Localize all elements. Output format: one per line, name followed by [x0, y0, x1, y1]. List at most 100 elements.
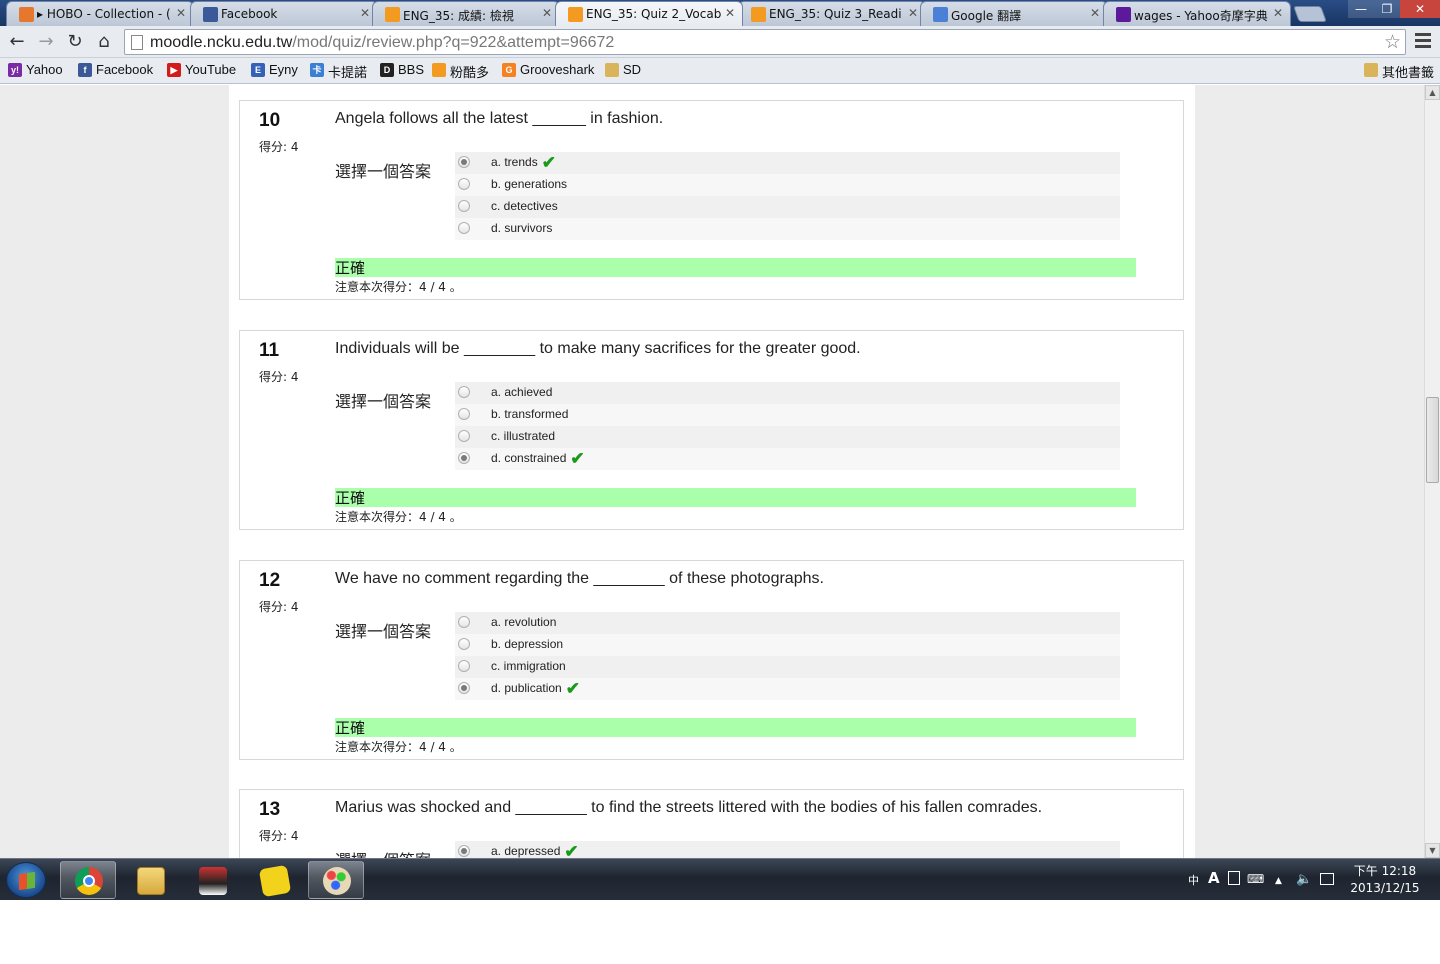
answer-radio[interactable] — [458, 682, 470, 694]
answer-option[interactable]: d. constrained ✔ — [455, 448, 1120, 470]
font-a-icon[interactable]: A — [1208, 869, 1220, 887]
bookmark-sd[interactable]: SD — [605, 62, 641, 77]
close-tab-icon[interactable]: ✕ — [1090, 6, 1100, 20]
reload-button[interactable]: ↻ — [64, 31, 86, 53]
quiz-review-page: 10 得分: 4 Angela follows all the latest ___… — [229, 85, 1195, 858]
correct-feedback: 正確 — [335, 258, 1136, 277]
answer-radio[interactable] — [458, 660, 470, 672]
answer-option[interactable]: a. revolution — [455, 612, 1120, 634]
network-icon[interactable] — [1320, 873, 1334, 885]
bookmark-yahoo[interactable]: y! Yahoo — [8, 62, 63, 77]
bookmark--[interactable]: 卡卡提諾 — [310, 62, 367, 81]
moodle-icon — [385, 7, 400, 22]
answer-prompt: 選擇一個答案 — [335, 162, 432, 181]
bookmark--[interactable]: 粉酷多 — [432, 62, 489, 81]
tab-7[interactable]: wages - Yahoo奇摩字典 ✕ — [1103, 1, 1291, 26]
answer-option[interactable]: a. depressed ✔ — [455, 841, 1120, 858]
url-text[interactable]: moodle.ncku.edu.tw/mod/quiz/review.php?q… — [150, 34, 614, 52]
answer-radio[interactable] — [458, 452, 470, 464]
answer-label: a. depressed — [491, 844, 561, 858]
tab-label: ENG_35: 成績: 檢視 — [403, 9, 514, 23]
answer-radio[interactable] — [458, 638, 470, 650]
tab-6[interactable]: Google 翻譯 ✕ — [920, 1, 1108, 26]
answer-label-wrap: c. illustrated — [491, 429, 555, 443]
answer-option[interactable]: c. immigration — [455, 656, 1120, 678]
tab-label: ENG_35: Quiz 3_Readi — [769, 7, 902, 21]
answer-option[interactable]: d. survivors — [455, 218, 1120, 240]
taskbar-media[interactable] — [246, 861, 302, 899]
scroll-up-arrow-icon[interactable]: ▲ — [1425, 85, 1440, 100]
answer-radio[interactable] — [458, 200, 470, 212]
new-tab-button[interactable] — [1293, 6, 1327, 22]
volume-icon[interactable]: 🔈 — [1296, 872, 1312, 887]
bookmark-facebook[interactable]: f Facebook — [78, 62, 153, 77]
home-button[interactable]: ⌂ — [93, 31, 115, 53]
forward-button[interactable]: → — [35, 31, 57, 53]
taskbar-explorer[interactable] — [122, 861, 178, 899]
keyboard-icon[interactable]: ⌨ — [1247, 872, 1264, 886]
bookmark-eyny[interactable]: E Eyny — [251, 62, 298, 77]
close-tab-icon[interactable]: ✕ — [360, 6, 370, 20]
answer-radio[interactable] — [458, 845, 470, 857]
scrollbar-thumb[interactable] — [1426, 397, 1439, 483]
close-tab-icon[interactable]: ✕ — [176, 6, 186, 20]
answer-option[interactable]: b. generations — [455, 174, 1120, 196]
tab-5[interactable]: ENG_35: Quiz 3_Readi ✕ — [738, 1, 926, 26]
system-clock[interactable]: 下午 12:18 2013/12/15 — [1340, 863, 1430, 897]
tab-1[interactable]: ▸ HOBO - Collection - (✕ — [6, 1, 194, 26]
answer-option[interactable]: d. publication ✔ — [455, 678, 1120, 700]
rss-icon — [19, 7, 34, 22]
bookmark-favicon-icon: G — [502, 63, 516, 77]
answer-radio[interactable] — [458, 178, 470, 190]
taskbar-gundam[interactable] — [184, 861, 240, 899]
close-tab-icon[interactable]: ✕ — [1273, 6, 1283, 20]
close-tab-icon[interactable]: ✕ — [725, 6, 735, 20]
answer-radio[interactable] — [458, 222, 470, 234]
answer-option[interactable]: c. detectives — [455, 196, 1120, 218]
question-text: Marius was shocked and ________ to find … — [335, 799, 1043, 816]
taskbar-chrome[interactable] — [60, 861, 116, 899]
scroll-down-arrow-icon[interactable]: ▼ — [1425, 843, 1440, 858]
answer-radio[interactable] — [458, 156, 470, 168]
ime-icon[interactable]: 中 — [1188, 872, 1199, 888]
close-window-button[interactable]: ✕ — [1400, 0, 1440, 18]
chrome-menu-icon[interactable] — [1415, 33, 1431, 51]
close-tab-icon[interactable]: ✕ — [908, 6, 918, 20]
answer-option[interactable]: c. illustrated — [455, 426, 1120, 448]
yahoo-icon — [1116, 7, 1131, 22]
question-number: 13 — [259, 799, 281, 820]
bookmark-bbs[interactable]: D BBS — [380, 62, 424, 77]
clock-date: 2013/12/15 — [1350, 881, 1420, 895]
answer-label: c. illustrated — [491, 429, 556, 443]
answer-radio[interactable] — [458, 616, 470, 628]
answer-option[interactable]: b. depression — [455, 634, 1120, 656]
vertical-scrollbar[interactable]: ▲ ▼ — [1424, 85, 1440, 858]
answer-radio[interactable] — [458, 430, 470, 442]
tab-4[interactable]: ENG_35: Quiz 2_Vocab ✕ — [555, 1, 743, 26]
bookmark-youtube[interactable]: ▶ YouTube — [167, 62, 236, 77]
answer-radio[interactable] — [458, 408, 470, 420]
restore-button[interactable]: ❐ — [1374, 0, 1400, 18]
answer-option[interactable]: b. transformed — [455, 404, 1120, 426]
bookmark-star-icon[interactable]: ☆ — [1384, 31, 1401, 53]
answer-radio[interactable] — [458, 386, 470, 398]
tab-3[interactable]: ENG_35: 成績: 檢視 ✕ — [372, 1, 560, 26]
answer-label: b. generations — [491, 177, 568, 191]
minimize-button[interactable]: — — [1348, 0, 1374, 18]
close-tab-icon[interactable]: ✕ — [542, 6, 552, 20]
question-grade: 得分: 4 — [259, 829, 299, 843]
bookmark-label: Grooveshark — [520, 62, 595, 77]
answer-option[interactable]: a. trends ✔ — [455, 152, 1120, 174]
start-button[interactable] — [6, 862, 46, 898]
bookmark-grooveshark[interactable]: G Grooveshark — [502, 62, 594, 77]
back-button[interactable]: ← — [6, 31, 28, 53]
input-mode-icon[interactable] — [1228, 871, 1240, 885]
address-bar[interactable]: moodle.ncku.edu.tw/mod/quiz/review.php?q… — [124, 29, 1406, 55]
taskbar-paint[interactable] — [308, 861, 364, 899]
bookmark-label: 粉酷多 — [450, 65, 490, 80]
show-hidden-icons[interactable]: ▲ — [1275, 876, 1282, 886]
bookmark-favicon-icon: D — [380, 63, 394, 77]
tab-2[interactable]: Facebook ✕ — [190, 1, 378, 26]
other-bookmarks[interactable]: 其他書籤 — [1364, 62, 1434, 81]
answer-option[interactable]: a. achieved — [455, 382, 1120, 404]
